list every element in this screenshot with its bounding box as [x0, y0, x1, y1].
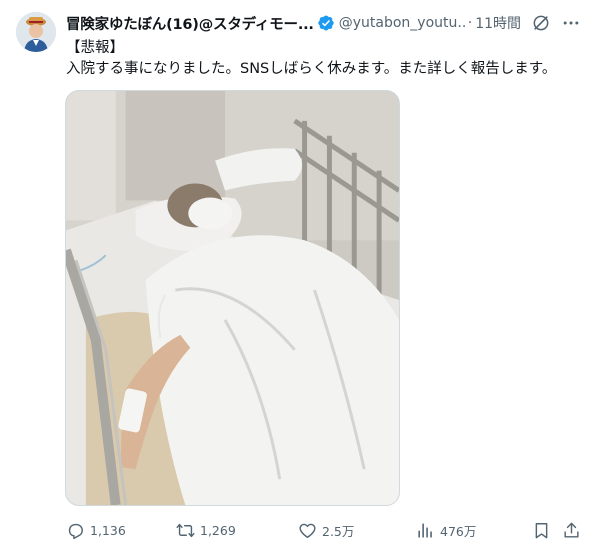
verified-badge-icon [318, 15, 334, 31]
more-icon[interactable] [561, 13, 581, 33]
views-count: 476万 [440, 523, 477, 539]
like-button[interactable]: 2.5万 [298, 519, 354, 541]
views-button[interactable]: 476万 [416, 519, 476, 541]
reply-count: 1,136 [90, 522, 126, 538]
bookmark-icon [535, 522, 548, 538]
post-header: 冒険家ゆたぼん(16)@スタディモー... @yutabon_youtu... … [66, 12, 586, 34]
reply-button[interactable]: 1,136 [66, 519, 126, 541]
like-icon [299, 523, 316, 538]
post-photo[interactable] [65, 90, 400, 506]
repost-button[interactable]: 1,269 [176, 519, 236, 541]
post-text: 【悲報】 入院する事になりました。SNSしばらく休みます。また詳しく報告します。 [66, 38, 556, 80]
hospital-bed-photo [66, 91, 399, 505]
author-handle[interactable]: @yutabon_youtu... [339, 15, 465, 31]
post-time[interactable]: 11時間 [475, 13, 521, 33]
post: 冒険家ゆたぼん(16)@スタディモー... @yutabon_youtu... … [0, 0, 598, 553]
avatar-image [16, 12, 56, 52]
author-display-name[interactable]: 冒険家ゆたぼん(16)@スタディモー... [66, 13, 314, 34]
like-count: 2.5万 [322, 523, 355, 539]
repost-count: 1,269 [200, 522, 236, 538]
share-button[interactable] [562, 519, 581, 541]
avatar[interactable] [16, 12, 56, 52]
reply-icon [68, 523, 83, 539]
post-text-line: 入院する事になりました。SNSしばらく休みます。また詳しく報告します。 [66, 61, 557, 77]
post-actions: 1,136 1,269 2.5万 476万 [66, 519, 586, 541]
share-icon [564, 522, 579, 538]
views-icon [418, 522, 432, 538]
post-text-line: 【悲報】 [66, 40, 124, 56]
repost-icon [176, 523, 195, 537]
header-separator: · [467, 15, 473, 31]
grok-icon[interactable] [531, 13, 551, 33]
bookmark-button[interactable] [532, 519, 551, 541]
